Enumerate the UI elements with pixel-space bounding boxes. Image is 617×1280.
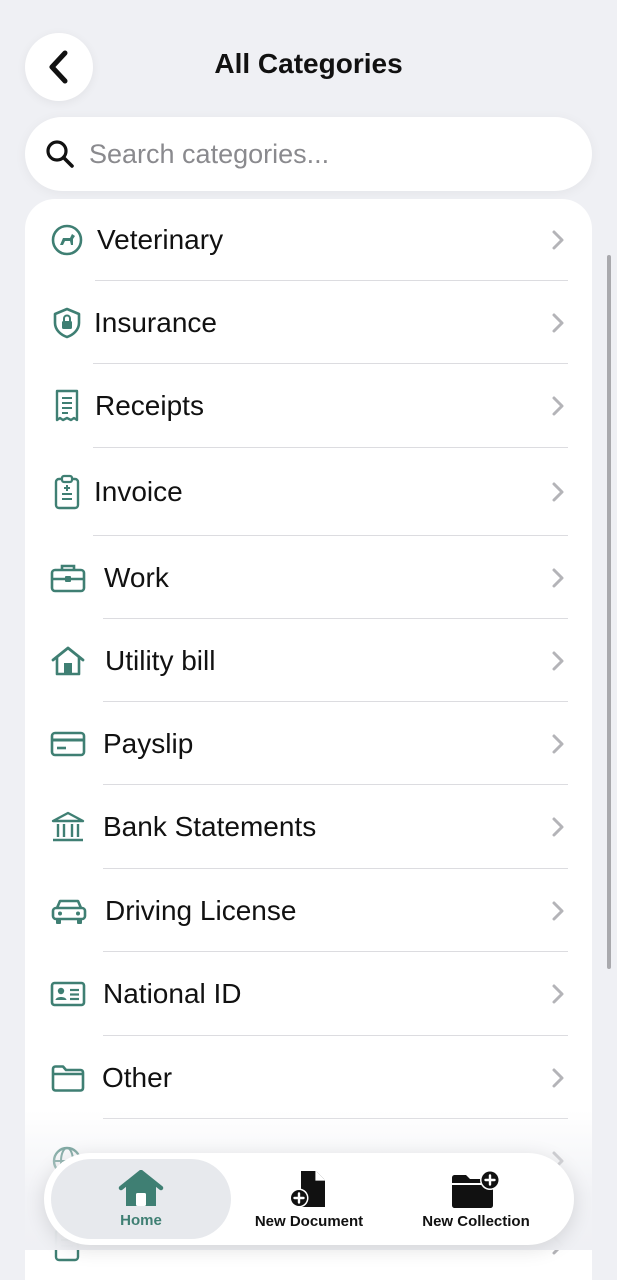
category-label: Other: [102, 1061, 173, 1093]
category-label: Receipts: [95, 390, 204, 421]
new-document-icon: [289, 1170, 325, 1207]
screen: All Categories Veterinary: [0, 0, 617, 1280]
chevron-right-icon: [552, 313, 564, 332]
category-label: Driving License: [105, 894, 297, 926]
bottom-tab-bar: Home New Document New Collection: [44, 1153, 574, 1245]
search-icon: [46, 140, 74, 168]
category-row-national-id[interactable]: National ID: [25, 952, 592, 1036]
folder-icon: [50, 1061, 86, 1095]
chevron-right-icon: [552, 482, 564, 502]
category-label: Bank Statements: [103, 811, 317, 842]
chevron-right-icon: [552, 651, 564, 670]
tab-label-home: Home: [120, 1211, 162, 1229]
category-label: Payslip: [103, 727, 194, 759]
category-list: Veterinary Insurance Receipts Invoice Wo…: [25, 199, 592, 1280]
category-row-payslip[interactable]: Payslip: [25, 702, 592, 785]
id-card-icon: [50, 977, 86, 1011]
shield-lock-icon: [50, 306, 84, 340]
category-row-veterinary[interactable]: Veterinary: [25, 199, 592, 281]
chevron-right-icon: [552, 568, 564, 587]
category-row-utility-bill[interactable]: Utility bill: [25, 619, 592, 702]
category-label: Veterinary: [97, 224, 224, 255]
category-row-other[interactable]: Other: [25, 1036, 592, 1119]
category-label: Work: [104, 561, 169, 593]
category-row-work[interactable]: Work: [25, 536, 592, 619]
bank-icon: [50, 810, 86, 844]
category-row-driving-license[interactable]: Driving License: [25, 869, 592, 952]
scrollbar[interactable]: [607, 255, 611, 969]
tab-new-document[interactable]: New Document: [236, 1153, 382, 1245]
car-icon: [50, 894, 88, 928]
chevron-right-icon: [552, 734, 564, 753]
home-icon: [118, 1169, 164, 1206]
chevron-right-icon: [552, 901, 564, 920]
page-title: All Categories: [214, 48, 403, 79]
category-row-insurance[interactable]: Insurance: [25, 281, 592, 364]
search-input[interactable]: [89, 138, 559, 170]
chevron-right-icon: [552, 230, 564, 250]
tab-label-new-collection: New Collection: [422, 1212, 530, 1230]
card-icon: [50, 727, 86, 761]
search-bar[interactable]: [25, 117, 592, 191]
chevron-right-icon: [552, 817, 564, 837]
tab-label-new-document: New Document: [254, 1212, 364, 1230]
category-label: National ID: [103, 978, 242, 1009]
category-row-invoice[interactable]: Invoice: [25, 448, 592, 536]
header: All Categories: [0, 0, 617, 110]
category-row-bank-statements[interactable]: Bank Statements: [25, 785, 592, 869]
tab-new-collection[interactable]: New Collection: [400, 1153, 552, 1245]
category-label: Invoice: [94, 476, 183, 507]
new-collection-icon: [452, 1169, 500, 1208]
pet-icon: [50, 223, 84, 257]
chevron-right-icon: [552, 396, 564, 416]
tab-home[interactable]: Home: [51, 1159, 231, 1239]
briefcase-icon: [50, 561, 86, 595]
category-label: Insurance: [94, 306, 217, 338]
receipt-icon: [50, 389, 84, 423]
chevron-right-icon: [552, 984, 564, 1004]
invoice-clipboard-icon: [50, 474, 84, 510]
chevron-right-icon: [552, 1068, 564, 1087]
house-icon: [50, 644, 86, 678]
category-label: Utility bill: [105, 644, 216, 676]
category-row-receipts[interactable]: Receipts: [25, 364, 592, 448]
